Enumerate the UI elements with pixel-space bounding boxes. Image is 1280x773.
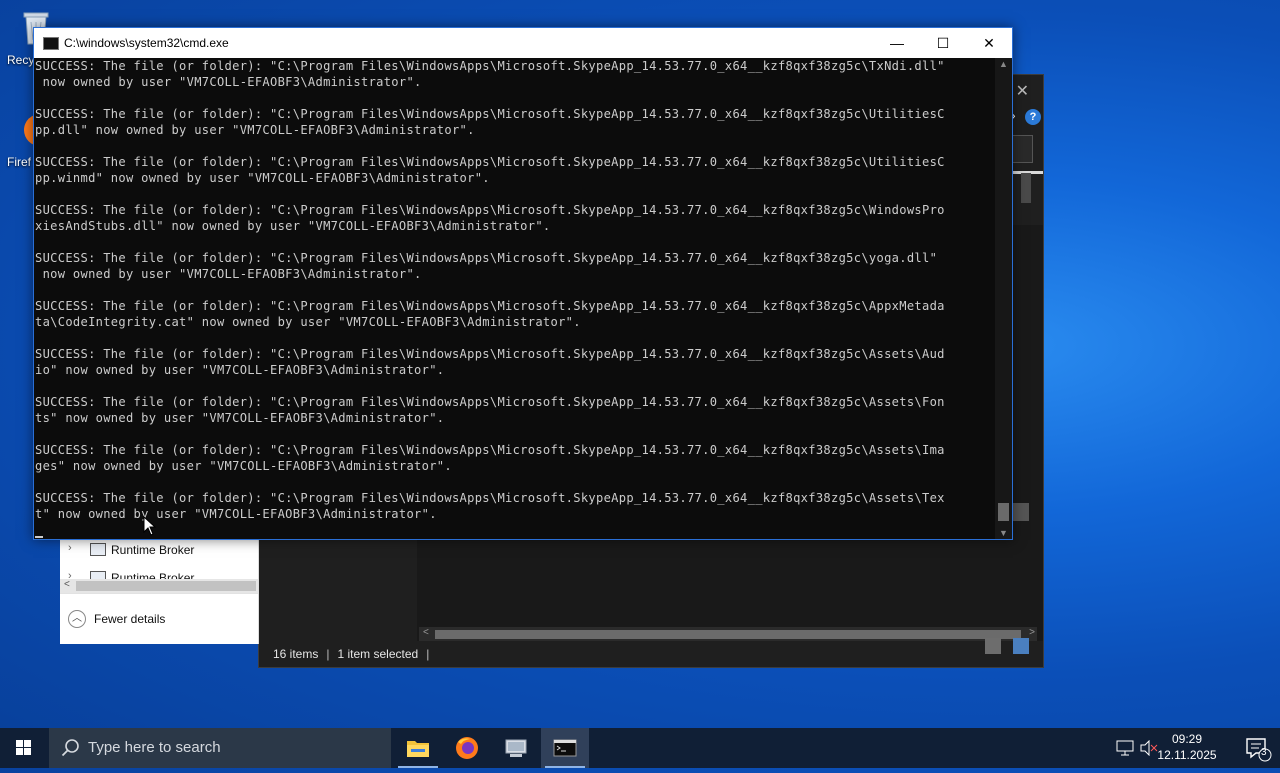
console-line: SUCCESS: The file (or folder): "C:\Progr… xyxy=(35,299,945,313)
console-line: SUCCESS: The file (or folder): "C:\Progr… xyxy=(35,107,945,121)
console-text: SUCCESS: The file (or folder): "C:\Progr… xyxy=(34,58,995,522)
details-view-icon[interactable] xyxy=(985,638,1001,654)
taskbar-cmd[interactable] xyxy=(541,728,589,768)
scrollbar-thumb[interactable] xyxy=(76,581,256,591)
fewer-details-button[interactable]: ︿ Fewer details xyxy=(60,593,258,645)
console-line: SUCCESS: The file (or folder): "C:\Progr… xyxy=(35,59,945,73)
process-name: Runtime Broker xyxy=(111,543,195,557)
network-icon xyxy=(1116,740,1134,756)
chevron-up-icon: ︿ xyxy=(68,610,86,628)
scroll-up-icon[interactable]: ▲ xyxy=(995,59,1012,69)
close-button[interactable]: ✕ xyxy=(966,28,1012,58)
status-bar: 16 items | 1 item selected | xyxy=(259,638,1043,667)
chevron-right-icon[interactable]: › xyxy=(68,542,72,554)
maximize-button[interactable]: ☐ xyxy=(920,28,966,58)
divider: | xyxy=(326,647,330,661)
chevron-right-icon[interactable]: › xyxy=(68,570,72,579)
notification-center-button[interactable]: 3 xyxy=(1244,736,1272,762)
console-line: io" now owned by user "VM7COLL-EFAOBF3\A… xyxy=(35,363,445,377)
view-toggle xyxy=(981,637,1037,663)
console-line: now owned by user "VM7COLL-EFAOBF3\Admin… xyxy=(35,75,422,89)
network-app-icon xyxy=(505,739,527,757)
console-line: SUCCESS: The file (or folder): "C:\Progr… xyxy=(35,203,945,217)
vertical-scrollbar[interactable]: ▲ ▼ xyxy=(995,58,1012,539)
taskbar-file-explorer[interactable] xyxy=(394,728,442,768)
file-explorer-icon xyxy=(407,741,429,757)
help-icon[interactable]: ? xyxy=(1025,109,1041,125)
task-manager-window[interactable]: › Runtime Broker › Runtime Broker < ︿ Fe… xyxy=(60,535,259,644)
mouse-pointer-icon xyxy=(143,516,157,536)
notification-icon xyxy=(1246,738,1272,762)
console-line: ta\CodeIntegrity.cat" now owned by user … xyxy=(35,315,581,329)
minimize-button[interactable]: — xyxy=(874,28,920,58)
divider: | xyxy=(426,647,430,661)
console-output[interactable]: SUCCESS: The file (or folder): "C:\Progr… xyxy=(34,58,995,539)
title-bar[interactable]: C:\windows\system32\cmd.exe — ☐ ✕ xyxy=(34,28,1012,58)
clock-date: 12.11.2025 xyxy=(1157,748,1217,762)
horizontal-scrollbar[interactable]: < xyxy=(60,579,258,593)
scroll-left-icon[interactable]: < xyxy=(423,627,429,638)
system-clock[interactable]: 09:29 12.11.2025 xyxy=(1152,731,1222,763)
console-line: SUCCESS: The file (or folder): "C:\Progr… xyxy=(35,491,945,505)
scrollbar-thumb[interactable] xyxy=(1013,503,1029,521)
search-icon xyxy=(61,739,79,757)
firefox-icon xyxy=(456,737,478,759)
scrollbar-thumb[interactable] xyxy=(998,503,1009,521)
console-line: SUCCESS: The file (or folder): "C:\Progr… xyxy=(35,155,945,169)
cmd-icon xyxy=(43,37,59,50)
console-line: pp.winmd" now owned by user "VM7COLL-EFA… xyxy=(35,171,490,185)
search-input[interactable] xyxy=(1011,135,1033,163)
large-icons-view-icon[interactable] xyxy=(1013,638,1029,654)
horizontal-scrollbar[interactable]: < > xyxy=(419,627,1037,641)
scroll-down-icon[interactable]: ▼ xyxy=(995,528,1012,538)
console-line: t" now owned by user "VM7COLL-EFAOBF3\Ad… xyxy=(35,507,437,521)
process-row[interactable]: › Runtime Broker xyxy=(60,565,258,579)
search-placeholder: Type here to search xyxy=(88,739,221,756)
scrollbar-thumb[interactable] xyxy=(435,630,1021,639)
window-title: C:\windows\system32\cmd.exe xyxy=(64,36,229,50)
console-line: SUCCESS: The file (or folder): "C:\Progr… xyxy=(35,395,945,409)
clock-time: 09:29 xyxy=(1171,732,1203,746)
fewer-details-label: Fewer details xyxy=(94,612,166,626)
cmd-icon xyxy=(553,739,577,757)
close-icon[interactable]: ✕ xyxy=(1016,81,1029,101)
process-name: Runtime Broker xyxy=(111,571,195,579)
console-line: SUCCESS: The file (or folder): "C:\Progr… xyxy=(35,347,945,361)
item-count: 16 items xyxy=(273,647,319,661)
taskbar: Type here to search 09:29 12.11.2025 3 xyxy=(0,728,1280,768)
console-line: ges" now owned by user "VM7COLL-EFAOBF3\… xyxy=(35,459,452,473)
console-line: SUCCESS: The file (or folder): "C:\Progr… xyxy=(35,251,938,265)
process-row[interactable]: › Runtime Broker xyxy=(60,537,258,561)
taskbar-network-app[interactable] xyxy=(492,728,540,768)
selection-count: 1 item selected xyxy=(337,647,419,661)
console-line: pp.dll" now owned by user "VM7COLL-EFAOB… xyxy=(35,123,475,137)
network-icon[interactable] xyxy=(1116,740,1134,759)
process-icon xyxy=(90,571,106,579)
start-button[interactable] xyxy=(0,728,48,768)
taskbar-search-box[interactable]: Type here to search xyxy=(49,728,391,768)
process-icon xyxy=(90,543,106,556)
cmd-window[interactable]: C:\windows\system32\cmd.exe — ☐ ✕ SUCCES… xyxy=(33,27,1013,540)
notification-count: 3 xyxy=(1261,747,1267,758)
console-line: xiesAndStubs.dll" now owned by user "VM7… xyxy=(35,219,551,233)
text-cursor xyxy=(35,536,43,538)
console-line: SUCCESS: The file (or folder): "C:\Progr… xyxy=(35,443,945,457)
console-line: now owned by user "VM7COLL-EFAOBF3\Admin… xyxy=(35,267,422,281)
scroll-left-icon[interactable]: < xyxy=(64,579,70,590)
windows-logo-icon xyxy=(16,740,31,755)
console-line: ts" now owned by user "VM7COLL-EFAOBF3\A… xyxy=(35,411,445,425)
scrollbar[interactable] xyxy=(1021,173,1031,203)
taskbar-firefox[interactable] xyxy=(443,728,491,768)
